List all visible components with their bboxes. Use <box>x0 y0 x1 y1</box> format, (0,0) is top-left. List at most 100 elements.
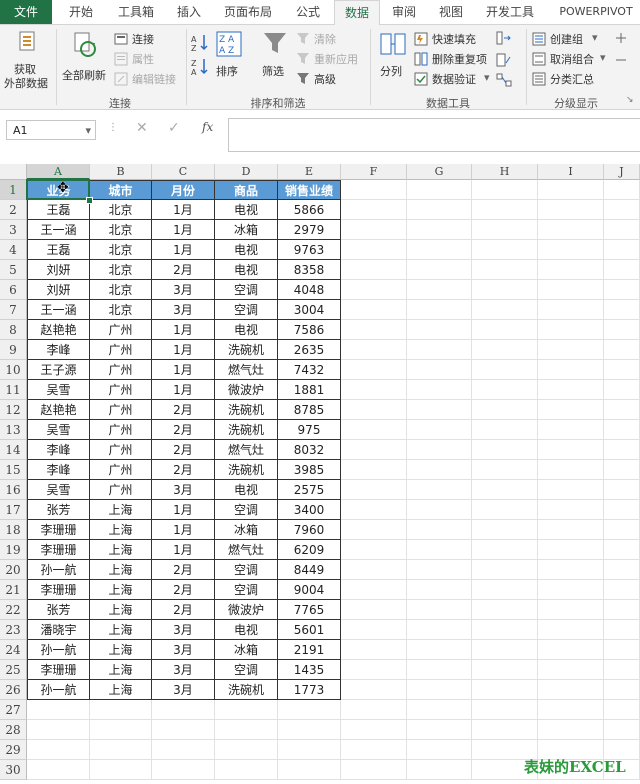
tab-toolbox[interactable]: 工具箱 <box>110 0 162 24</box>
table-cell[interactable]: 冰箱 <box>215 520 278 540</box>
ungroup-button[interactable]: 取消组合 ▾ <box>532 51 608 69</box>
table-cell[interactable]: 电视 <box>215 240 278 260</box>
table-cell[interactable]: 空调 <box>215 560 278 580</box>
table-cell[interactable]: 3月 <box>152 480 215 500</box>
table-cell[interactable]: 李珊珊 <box>27 540 90 560</box>
table-cell[interactable]: 洗碗机 <box>215 340 278 360</box>
table-cell[interactable]: 赵艳艳 <box>27 400 90 420</box>
table-cell[interactable]: 空调 <box>215 300 278 320</box>
table-cell[interactable]: 2月 <box>152 580 215 600</box>
table-cell[interactable]: 赵艳艳 <box>27 320 90 340</box>
data-validation-button[interactable]: 数据验证 ▾ <box>414 71 494 89</box>
table-cell[interactable]: 2191 <box>278 640 341 660</box>
row-header[interactable]: 15 <box>0 460 27 480</box>
tab-insert[interactable]: 插入 <box>170 0 208 24</box>
table-cell[interactable]: 9004 <box>278 580 341 600</box>
row-header[interactable]: 3 <box>0 220 27 240</box>
table-cell[interactable]: 上海 <box>90 560 152 580</box>
table-cell[interactable]: 潘晓宇 <box>27 620 90 640</box>
row-header[interactable]: 12 <box>0 400 27 420</box>
subtotal-button[interactable]: 分类汇总 <box>532 71 608 89</box>
table-cell[interactable]: 1月 <box>152 500 215 520</box>
table-cell[interactable]: 3004 <box>278 300 341 320</box>
table-cell[interactable]: 北京 <box>90 260 152 280</box>
sort-az-button[interactable]: AZ <box>190 33 210 53</box>
table-cell[interactable]: 8032 <box>278 440 341 460</box>
column-header-d[interactable]: D <box>215 164 278 180</box>
table-cell[interactable]: 1881 <box>278 380 341 400</box>
filter-button[interactable]: 筛选 <box>258 29 292 91</box>
refresh-all-button[interactable]: 全部刷新 <box>62 29 110 91</box>
table-cell[interactable]: 吴雪 <box>27 480 90 500</box>
tab-powerpivot[interactable]: POWERPIVOT <box>552 0 640 24</box>
table-cell[interactable]: 上海 <box>90 580 152 600</box>
table-cell[interactable]: 6209 <box>278 540 341 560</box>
tab-file[interactable]: 文件 <box>0 0 52 24</box>
row-header[interactable]: 29 <box>0 740 27 760</box>
insert-function-icon[interactable]: fx <box>202 120 213 134</box>
row-header[interactable]: 19 <box>0 540 27 560</box>
row-header[interactable]: 1 <box>0 180 27 200</box>
table-cell[interactable]: 广州 <box>90 320 152 340</box>
table-cell[interactable]: 上海 <box>90 640 152 660</box>
table-cell[interactable]: 8785 <box>278 400 341 420</box>
table-cell[interactable]: 北京 <box>90 200 152 220</box>
table-cell[interactable]: 吴雪 <box>27 380 90 400</box>
table-cell[interactable]: 上海 <box>90 600 152 620</box>
show-detail-button[interactable] <box>614 31 632 47</box>
table-cell[interactable]: 北京 <box>90 240 152 260</box>
table-cell[interactable]: 北京 <box>90 280 152 300</box>
column-header-f[interactable]: F <box>341 164 407 180</box>
table-cell[interactable]: 王磊 <box>27 240 90 260</box>
table-cell[interactable]: 王一涵 <box>27 220 90 240</box>
row-header[interactable]: 16 <box>0 480 27 500</box>
table-cell[interactable]: 2月 <box>152 420 215 440</box>
column-header-a[interactable]: A <box>27 164 90 180</box>
table-cell[interactable]: 上海 <box>90 620 152 640</box>
table-cell[interactable]: 王子源 <box>27 360 90 380</box>
table-cell[interactable]: 2月 <box>152 260 215 280</box>
table-cell[interactable]: 王磊 <box>27 200 90 220</box>
table-cell[interactable]: 电视 <box>215 200 278 220</box>
formula-input[interactable] <box>228 118 640 152</box>
column-header-j[interactable]: J <box>604 164 640 180</box>
table-cell[interactable]: 2月 <box>152 460 215 480</box>
get-external-data-button[interactable]: 获取 外部数据 <box>2 29 54 91</box>
what-if-button[interactable] <box>496 53 514 69</box>
table-cell[interactable]: 3月 <box>152 300 215 320</box>
table-cell[interactable]: 2月 <box>152 440 215 460</box>
dialog-launcher-icon[interactable]: ↘ <box>626 95 634 105</box>
fill-handle[interactable] <box>86 197 93 204</box>
table-cell[interactable]: 广州 <box>90 420 152 440</box>
table-cell[interactable]: 2月 <box>152 600 215 620</box>
table-cell[interactable]: 1月 <box>152 220 215 240</box>
table-cell[interactable]: 北京 <box>90 300 152 320</box>
table-cell[interactable]: 3月 <box>152 640 215 660</box>
row-header[interactable]: 10 <box>0 360 27 380</box>
table-cell[interactable]: 张芳 <box>27 500 90 520</box>
table-cell[interactable]: 上海 <box>90 660 152 680</box>
table-cell[interactable]: 微波炉 <box>215 380 278 400</box>
table-cell[interactable]: 5866 <box>278 200 341 220</box>
table-cell[interactable]: 2月 <box>152 400 215 420</box>
table-header-cell[interactable]: 月份 <box>152 180 215 200</box>
table-cell[interactable]: 2575 <box>278 480 341 500</box>
table-cell[interactable]: 电视 <box>215 320 278 340</box>
hide-detail-button[interactable] <box>614 53 632 69</box>
table-cell[interactable]: 孙一航 <box>27 640 90 660</box>
table-cell[interactable]: 洗碗机 <box>215 680 278 700</box>
row-header[interactable]: 30 <box>0 760 27 780</box>
group-button[interactable]: 创建组 ▾ <box>532 31 604 49</box>
table-cell[interactable]: 3400 <box>278 500 341 520</box>
column-header-g[interactable]: G <box>407 164 472 180</box>
table-header-cell[interactable]: 城市 <box>90 180 152 200</box>
table-cell[interactable]: 李峰 <box>27 440 90 460</box>
table-cell[interactable]: 空调 <box>215 660 278 680</box>
table-cell[interactable]: 7960 <box>278 520 341 540</box>
table-header-cell[interactable]: 销售业绩 <box>278 180 341 200</box>
table-cell[interactable]: 上海 <box>90 540 152 560</box>
row-header[interactable]: 21 <box>0 580 27 600</box>
row-header[interactable]: 20 <box>0 560 27 580</box>
table-cell[interactable]: 王一涵 <box>27 300 90 320</box>
table-cell[interactable]: 3月 <box>152 280 215 300</box>
